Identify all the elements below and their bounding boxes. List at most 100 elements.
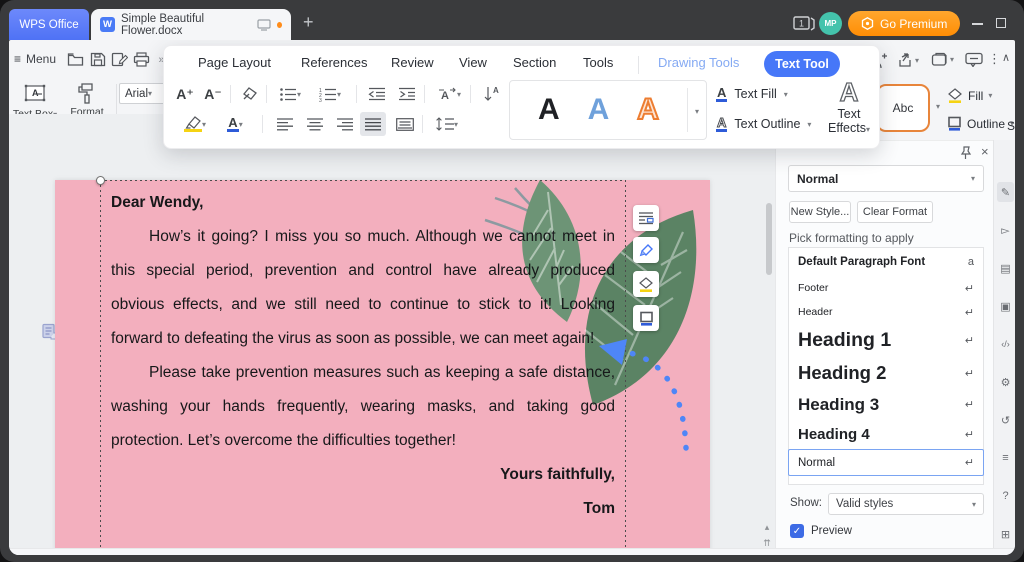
text-fill-button[interactable]: A Text Fill <box>716 86 788 102</box>
share-button[interactable] <box>897 52 919 68</box>
tab-page-layout[interactable]: Page Layout <box>198 55 271 70</box>
shape-effects-label[interactable]: Shape <box>1007 119 1015 133</box>
save-as-button[interactable] <box>110 50 129 69</box>
shape-style-more-button[interactable]: ▾ <box>936 102 940 111</box>
shape-style-sample[interactable]: Abc <box>876 84 930 132</box>
align-left-button[interactable] <box>272 112 298 136</box>
text-direction-button[interactable]: A <box>432 82 466 106</box>
more-options-button[interactable]: ⋮ <box>988 51 1001 67</box>
tab-section[interactable]: Section <box>513 55 556 70</box>
maximize-button[interactable] <box>996 18 1006 28</box>
line-spacing-button[interactable] <box>430 112 464 136</box>
text-outline-button[interactable]: A Text Outline <box>716 116 811 132</box>
style-item-heading-3[interactable]: Heading 3↵ <box>789 389 983 420</box>
monitor-icon[interactable] <box>257 19 271 31</box>
pen-tool-icon[interactable]: ✎ <box>997 182 1014 202</box>
list-tool-icon[interactable]: ≡ <box>997 448 1014 468</box>
tab-review[interactable]: Review <box>391 55 434 70</box>
decrease-font-button[interactable] <box>200 82 226 106</box>
style-item-footer[interactable]: Footer↵ <box>789 276 983 300</box>
open-file-button[interactable] <box>66 50 85 69</box>
wordart-gallery[interactable]: A A A <box>509 80 707 140</box>
save-button[interactable] <box>88 50 107 69</box>
style-item-heading-2[interactable]: Heading 2↵ <box>789 357 983 389</box>
go-premium-button[interactable]: Go Premium <box>848 11 960 36</box>
style-item-normal-selected[interactable]: Normal↵ <box>788 449 984 476</box>
outline-mini-button[interactable] <box>633 305 659 331</box>
page[interactable]: Dear Wendy, How’s it going? I miss you s… <box>55 180 710 555</box>
minimize-button[interactable] <box>972 23 983 25</box>
wordart-style-blue[interactable]: A <box>588 95 610 125</box>
wrap-text-mini-button[interactable] <box>633 205 659 231</box>
wordart-more-button[interactable] <box>688 101 706 119</box>
letter-salutation: Dear Wendy, <box>111 186 615 220</box>
textbox-border-left[interactable] <box>100 180 101 555</box>
numbered-list-button[interactable]: 123 <box>314 82 346 106</box>
text-effects-button[interactable]: A Text Effects <box>819 79 879 135</box>
font-color-button[interactable]: A <box>220 112 250 136</box>
pages-tool-icon[interactable]: ▤ <box>997 258 1014 278</box>
style-item-default-paragraph-font[interactable]: Default Paragraph Fonta <box>789 248 983 276</box>
select-tool-icon[interactable]: ▻ <box>997 220 1014 240</box>
code-tool-icon[interactable]: ‹/› <box>997 334 1014 354</box>
align-center-button[interactable] <box>302 112 328 136</box>
lock-tool-icon[interactable]: ▣ <box>997 296 1014 316</box>
clear-format-icon-button[interactable] <box>238 82 264 106</box>
document-canvas[interactable]: ▾ Dear Wen <box>9 114 775 555</box>
justify-button[interactable] <box>360 112 386 136</box>
pin-panel-icon[interactable] <box>959 146 972 160</box>
distribute-button[interactable] <box>392 112 418 136</box>
wps-office-tab[interactable]: WPS Office <box>9 9 89 40</box>
tab-drawing-tools[interactable]: Drawing Tools <box>658 55 739 70</box>
current-style-select[interactable]: Normal <box>788 165 984 192</box>
settings-tool-icon[interactable]: ⚙ <box>997 372 1014 392</box>
style-item-heading-4[interactable]: Heading 4↵ <box>789 420 983 449</box>
app-window: WPS Office W Simple Beautiful Flower.doc… <box>0 0 1024 562</box>
highlight-color-button[interactable] <box>178 112 212 136</box>
shape-outline-button[interactable]: Outline <box>947 116 1014 131</box>
sort-button[interactable]: A <box>478 82 504 106</box>
increase-indent-button[interactable] <box>394 82 420 106</box>
letter-closing: Yours faithfully, <box>111 458 615 492</box>
shape-fill-button[interactable]: Fill <box>947 88 992 103</box>
textbox-border-top[interactable] <box>100 180 626 181</box>
collapse-ribbon-button[interactable]: ∧ <box>1002 51 1010 64</box>
menu-button[interactable]: ≡ Menu <box>14 52 56 66</box>
style-item-heading-1[interactable]: Heading 1↵ <box>789 324 983 357</box>
new-style-button[interactable]: New Style... <box>789 201 851 223</box>
letter-text[interactable]: Dear Wendy, How’s it going? I miss you s… <box>111 186 615 526</box>
history-tool-icon[interactable]: ↺ <box>997 410 1014 430</box>
vertical-scrollbar[interactable] <box>766 203 772 275</box>
help-tool-icon[interactable]: ? <box>997 486 1014 506</box>
comment-button[interactable] <box>965 52 983 67</box>
print-button[interactable] <box>132 50 151 69</box>
tab-text-tool[interactable]: Text Tool <box>764 51 840 77</box>
style-item-header[interactable]: Header↵ <box>789 300 983 324</box>
decrease-indent-button[interactable] <box>364 82 390 106</box>
user-avatar[interactable]: MP <box>819 12 842 35</box>
document-tab[interactable]: W Simple Beautiful Flower.docx <box>91 9 291 40</box>
wordart-style-plain[interactable]: A <box>538 95 560 125</box>
tab-tools[interactable]: Tools <box>583 55 613 70</box>
status-bar <box>9 548 1015 555</box>
new-tab-button[interactable]: + <box>303 13 314 31</box>
wordart-style-orange-outline[interactable]: A <box>637 95 659 125</box>
align-right-button[interactable] <box>332 112 358 136</box>
tab-view[interactable]: View <box>459 55 487 70</box>
scroll-up-button[interactable]: ▴ <box>760 522 774 533</box>
increase-font-button[interactable] <box>172 82 198 106</box>
pick-formatting-label: Pick formatting to apply <box>789 231 914 245</box>
export-button[interactable] <box>931 52 954 67</box>
show-label: Show: <box>790 497 822 509</box>
close-panel-button[interactable]: × <box>981 144 989 159</box>
preview-checkbox[interactable] <box>790 524 804 538</box>
bullet-list-button[interactable] <box>274 82 306 106</box>
grid-tool-icon[interactable]: ⊞ <box>997 524 1014 544</box>
clear-format-button[interactable]: Clear Format <box>857 201 933 223</box>
tab-references[interactable]: References <box>301 55 367 70</box>
selection-handle[interactable] <box>96 176 105 185</box>
brush-mini-button[interactable] <box>633 237 659 263</box>
fill-mini-button[interactable] <box>633 271 659 297</box>
window-count-icon[interactable]: 1 <box>792 15 816 33</box>
show-styles-select[interactable]: Valid styles <box>828 493 984 515</box>
